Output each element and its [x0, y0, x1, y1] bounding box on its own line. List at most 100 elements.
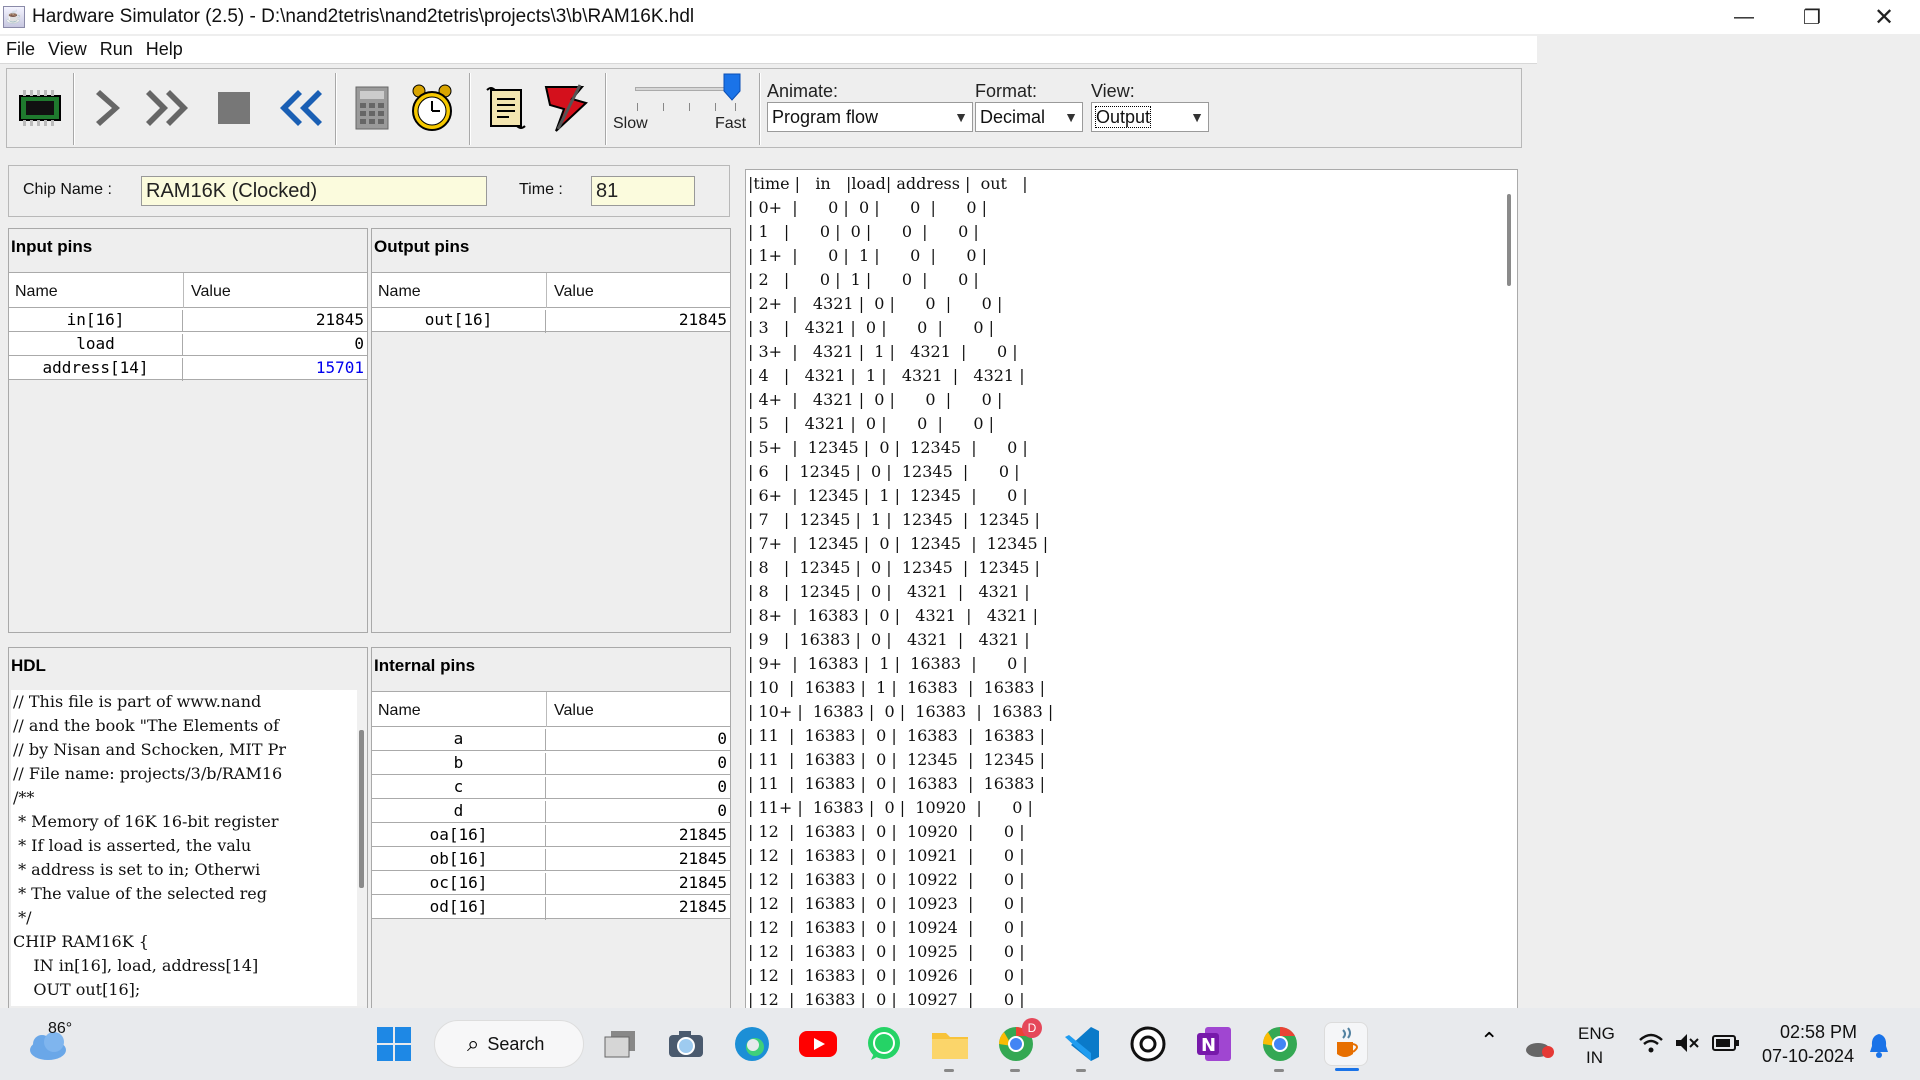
youtube-icon[interactable] [796, 1022, 840, 1066]
minimize-button[interactable]: — [1710, 0, 1778, 34]
speed-slider-track[interactable] [635, 87, 737, 91]
edge-icon[interactable] [730, 1022, 774, 1066]
run-button[interactable] [143, 79, 201, 137]
onedrive-icon[interactable] [1524, 1036, 1554, 1058]
menu-view[interactable]: View [48, 39, 87, 60]
chatgpt-icon[interactable] [1126, 1022, 1170, 1066]
output-line: | 2+ | 4321 | 0 | 0 | 0 | [748, 294, 1003, 313]
start-button[interactable] [372, 1022, 416, 1066]
stop-button[interactable] [205, 79, 263, 137]
table-row[interactable]: c0 [372, 775, 730, 800]
table-row[interactable]: oa[16] 21845 [372, 823, 730, 848]
output-scroll-thumb[interactable] [1507, 194, 1511, 286]
table-row[interactable]: d0 [372, 799, 730, 824]
vscode-icon[interactable] [1060, 1022, 1104, 1072]
pin-value: 21845 [678, 897, 727, 916]
search-icon: ⌕ [467, 1031, 480, 1056]
chip-name-field: RAM16K (Clocked) [141, 176, 487, 206]
clock-date[interactable]: 07-10-2024 [1762, 1046, 1854, 1067]
load-script-button[interactable] [477, 79, 535, 137]
pin-value: 21845 [678, 873, 727, 892]
battery-icon[interactable] [1712, 1034, 1740, 1052]
output-pins-panel: Output pins Name Value out[16] 21845 [371, 228, 731, 633]
chrome-alt-icon[interactable] [1258, 1022, 1302, 1072]
onenote-icon[interactable]: N [1192, 1022, 1236, 1066]
output-pins-title: Output pins [374, 237, 470, 256]
lang-bottom[interactable]: IN [1586, 1048, 1603, 1068]
toolbar-separator [335, 73, 337, 145]
weather-temp: 86° [48, 1020, 73, 1037]
animate-select[interactable]: Program flow ▼ [767, 102, 973, 132]
output-line: | 9 | 16383 | 0 | 4321 | 4321 | [748, 630, 1030, 649]
menu-file[interactable]: File [6, 39, 35, 60]
table-row[interactable]: in[16] 21845 [9, 308, 367, 333]
clock-time[interactable]: 02:58 PM [1780, 1022, 1857, 1043]
slow-label: Slow [613, 115, 648, 132]
table-row[interactable]: od[16] 21845 [372, 895, 730, 920]
hdl-line: */ [13, 908, 32, 927]
table-row[interactable]: b0 [372, 751, 730, 776]
java-icon[interactable] [1324, 1022, 1368, 1071]
pin-value[interactable]: 0 [184, 334, 364, 353]
toolbar-separator [759, 73, 761, 145]
input-pins-table: Name Value in[16] 21845 load 0 address[14]… [9, 272, 367, 381]
format-select[interactable]: Decimal ▼ [975, 102, 1083, 132]
table-row[interactable]: a0 [372, 727, 730, 752]
pin-value[interactable]: 21845 [184, 310, 364, 329]
output-line: | 12 | 16383 | 0 | 10926 | 0 | [748, 966, 1025, 985]
wifi-icon[interactable] [1638, 1032, 1664, 1054]
pin-name: d [372, 801, 546, 824]
eval-button[interactable] [343, 79, 401, 137]
speed-slider-thumb[interactable] [723, 73, 741, 101]
notification-bell-icon[interactable] [1868, 1032, 1890, 1058]
taskbar: 86° ⌕ Search D N ⌃ ENG IN 02:58 PM 07-10… [0, 1008, 1920, 1080]
tick-tock-button[interactable] [403, 79, 461, 137]
pin-value: 21845 [678, 825, 727, 844]
output-line: | 5+ | 12345 | 0 | 12345 | 0 | [748, 438, 1028, 457]
menu-help[interactable]: Help [146, 39, 183, 60]
output-line: | 12 | 16383 | 0 | 10923 | 0 | [748, 894, 1025, 913]
output-line: | 10 | 16383 | 1 | 16383 | 16383 | [748, 678, 1045, 697]
table-row[interactable]: address[14] 15701 [9, 356, 367, 381]
table-row[interactable]: oc[16] 21845 [372, 871, 730, 896]
single-step-button[interactable] [81, 79, 139, 137]
chip-info-bar: Chip Name : RAM16K (Clocked) Time : 81 [8, 165, 730, 217]
output-line: | 8 | 12345 | 0 | 12345 | 12345 | [748, 558, 1040, 577]
hdl-scroll-thumb[interactable] [359, 730, 364, 888]
table-row[interactable]: load 0 [9, 332, 367, 357]
task-view-icon[interactable] [598, 1022, 642, 1066]
col-value: Value [554, 702, 594, 719]
table-row[interactable]: ob[16] 21845 [372, 847, 730, 872]
table-row[interactable]: out[16] 21845 [372, 308, 730, 333]
pin-value[interactable]: 15701 [184, 358, 364, 377]
camera-icon[interactable] [664, 1022, 708, 1066]
breakpoints-button[interactable] [537, 79, 595, 137]
hdl-line: /** [13, 788, 35, 807]
chevron-up-icon[interactable]: ⌃ [1480, 1028, 1498, 1054]
chevron-down-icon: ▼ [954, 109, 968, 125]
output-scrollbar[interactable] [1502, 170, 1516, 1008]
menu-bar: File View Run Help [0, 36, 1537, 64]
pin-name: in[16] [9, 310, 183, 333]
reset-button[interactable] [267, 79, 325, 137]
pin-value: 0 [717, 729, 727, 748]
volume-muted-icon[interactable] [1674, 1032, 1700, 1054]
stop-icon [218, 92, 250, 124]
output-file-pane[interactable]: |time | in |load| address | out | | 0+ | … [745, 169, 1518, 1009]
hdl-code-area[interactable]: // This file is part of www.nand // and t… [11, 690, 357, 1006]
search-box[interactable]: ⌕ Search [434, 1020, 584, 1068]
lang-top[interactable]: ENG [1578, 1024, 1615, 1044]
hdl-scrollbar[interactable] [357, 690, 367, 1006]
restore-button[interactable]: ❐ [1778, 0, 1846, 34]
close-button[interactable]: ✕ [1850, 0, 1918, 34]
toolbar-separator [73, 73, 75, 145]
whatsapp-icon[interactable] [862, 1022, 906, 1066]
toolbar-separator [469, 73, 471, 145]
view-select[interactable]: Output ▼ [1091, 102, 1209, 132]
output-line: | 2 | 0 | 1 | 0 | 0 | [748, 270, 979, 289]
pin-name: b [372, 753, 546, 776]
file-explorer-icon[interactable] [928, 1022, 972, 1072]
pin-name: out[16] [372, 310, 546, 333]
menu-run[interactable]: Run [100, 39, 133, 60]
load-chip-button[interactable] [11, 79, 69, 137]
